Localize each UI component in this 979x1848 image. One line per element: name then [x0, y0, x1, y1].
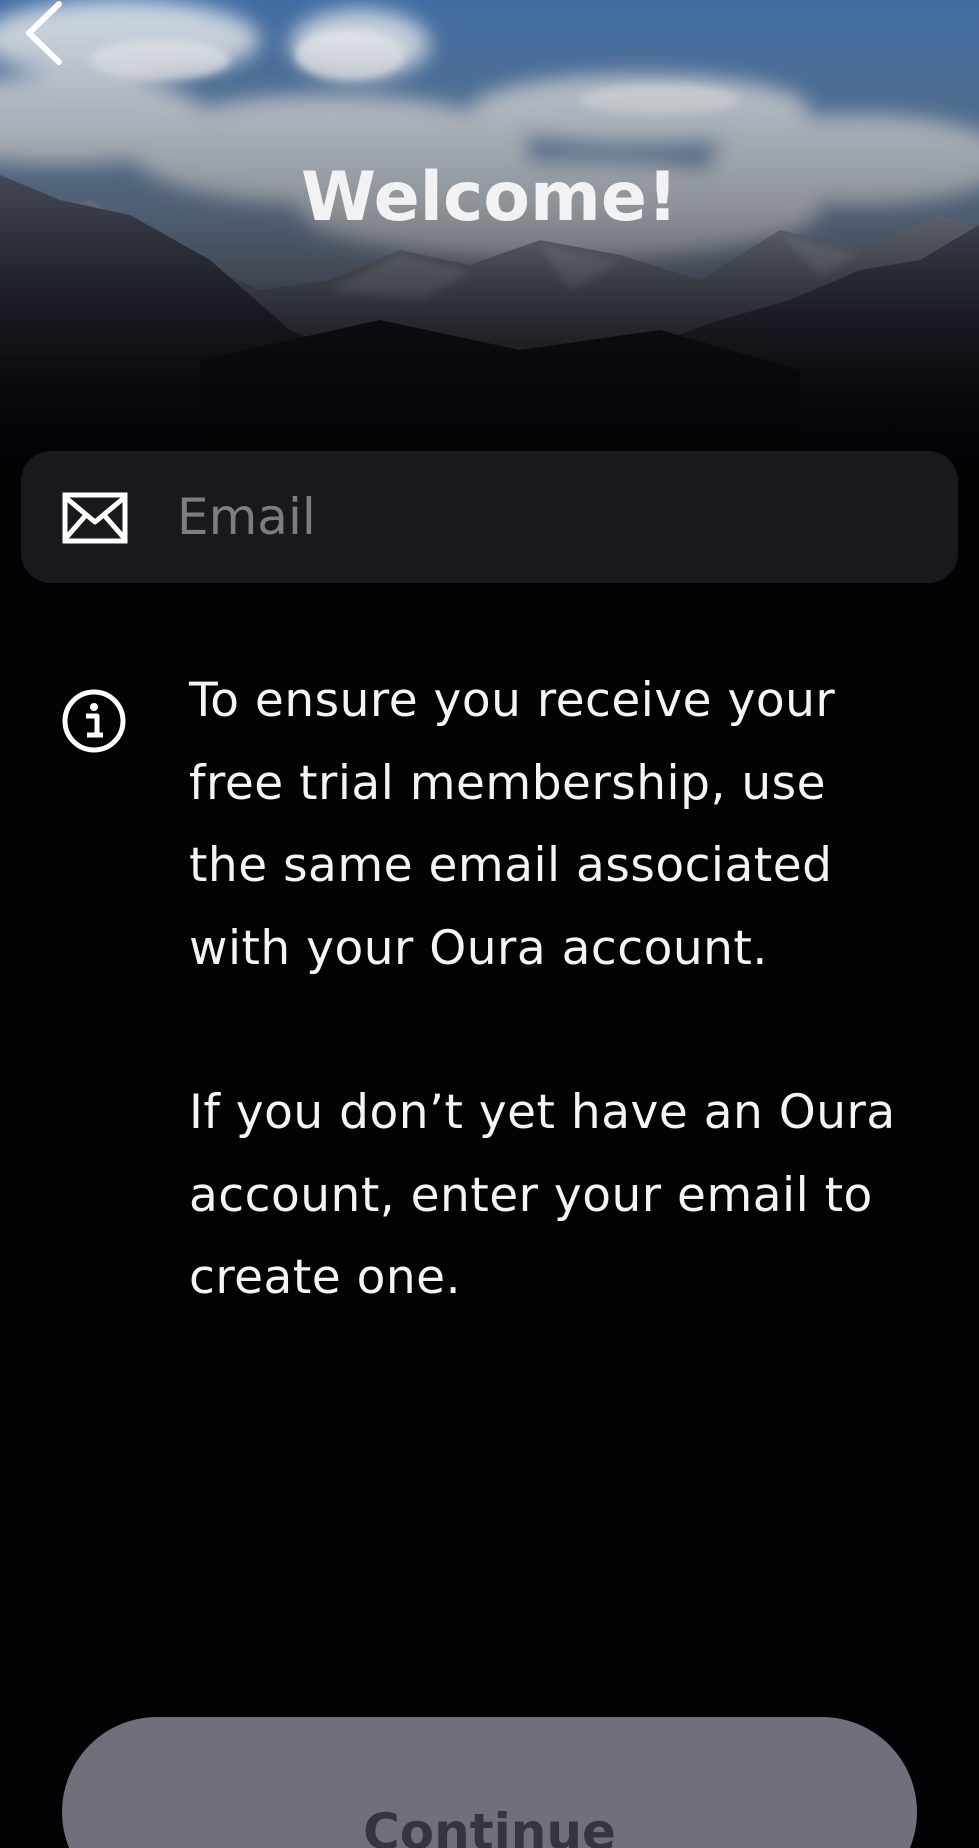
envelope-icon	[62, 492, 128, 544]
back-button[interactable]	[14, 0, 74, 66]
info-circle-icon	[62, 689, 126, 753]
email-field[interactable]	[21, 451, 958, 583]
info-message: To ensure you receive your free trial me…	[189, 660, 949, 1320]
info-paragraph-create-account: If you don’t yet have an Oura account, e…	[189, 1085, 896, 1305]
welcome-screen: Welcome! To ensure you receive your free…	[0, 0, 979, 1848]
page-title: Welcome!	[300, 158, 679, 237]
continue-button[interactable]: Continue	[62, 1717, 917, 1848]
info-paragraph-trial: To ensure you receive your free trial me…	[189, 673, 836, 976]
email-input[interactable]	[177, 479, 917, 555]
chevron-left-icon	[26, 1, 62, 65]
